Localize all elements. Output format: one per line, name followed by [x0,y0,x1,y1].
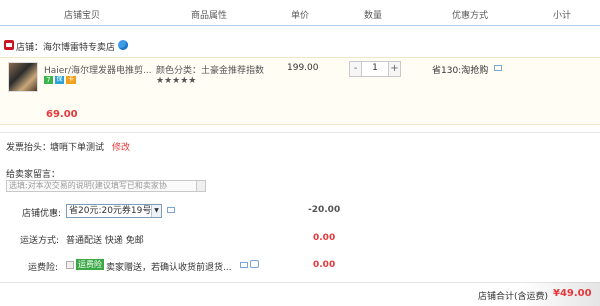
insurance-info-icon[interactable] [240,262,248,268]
col-quantity: 数量 [364,11,383,21]
shipping-label: 运送方式: [20,236,60,246]
invoice-value: 塘哨下单测试 [50,143,105,153]
insurance-label: 运费险: [28,263,59,273]
badge-guarantee-text: 保 [55,76,64,84]
col-shop-item: 店铺宝贝 [64,11,101,21]
quantity-minus-button[interactable]: - [350,62,362,76]
badge-7day-text: 7 [44,76,53,84]
store-icon [4,40,14,50]
coupon-info-icon[interactable] [167,207,175,213]
store-discount-amount: -20.00 [308,205,341,215]
shipping-method: 普通配送 快递 免邮 [66,236,144,246]
table-header: 店铺宝贝 商品属性 单价 数量 优惠方式 小计 [0,0,600,26]
badge-7day-icon: 7 [44,76,53,84]
message-label: 给卖家留言： [6,170,61,180]
badge-card-icon: 卡 [66,76,76,84]
store-total-label: 店铺合计(含运费) [478,292,549,302]
col-subtotal: 小计 [553,11,572,21]
message-input[interactable]: 选填:对本次交易的说明(建议填写已和卖家协 [6,180,206,192]
quantity-plus-button[interactable]: + [388,62,400,76]
wangwang-chat-icon[interactable] [118,40,128,50]
insurance-text: 卖家赠送，若确认收货前退货... [106,263,232,273]
discount-info-icon[interactable] [494,65,502,71]
store-total-amount: ¥49.00 [553,288,592,299]
product-attribute: 颜色分类：土豪金推荐指数 [156,66,265,76]
product-title-link[interactable]: Haier/海尔理发器电推剪... [44,63,152,76]
invoice-edit-link[interactable]: 修改 [112,140,130,153]
invoice-label: 发票抬头： [6,143,52,153]
store-discount-label: 店铺优惠: [22,209,62,219]
badge-guarantee-icon: 保 [55,76,64,84]
discount-method: 省130:淘抢购 [432,66,489,76]
divider [0,132,600,133]
insurance-tag: 运费险 [76,259,104,270]
item-subtotal: 69.00 [46,109,78,120]
help-chat-icon[interactable] [250,260,259,268]
shipping-amount: 0.00 [313,233,336,243]
badge-card-text: 卡 [66,76,76,84]
store-coupon-select[interactable]: 省20元:20元券19号f ▼ [66,204,162,218]
insurance-amount: 0.00 [313,260,336,270]
chevron-down-icon: ▼ [151,205,161,217]
rating-stars: ★★★★★ [156,76,197,86]
quantity-input[interactable]: 1 [362,63,388,73]
col-discount: 优惠方式 [452,11,489,21]
message-scroll-spinner[interactable] [196,181,205,191]
insurance-checkbox[interactable] [66,261,74,269]
col-attributes: 商品属性 [191,11,228,21]
store-coupon-selected: 省20元:20元券19号f [69,206,155,216]
store-name-link[interactable]: 店铺：海尔博雷特专卖店 [16,40,115,53]
col-unit-price: 单价 [291,11,310,21]
quantity-stepper: - 1 + [349,61,401,77]
product-thumbnail[interactable] [8,62,38,92]
unit-price: 199.00 [287,63,319,73]
